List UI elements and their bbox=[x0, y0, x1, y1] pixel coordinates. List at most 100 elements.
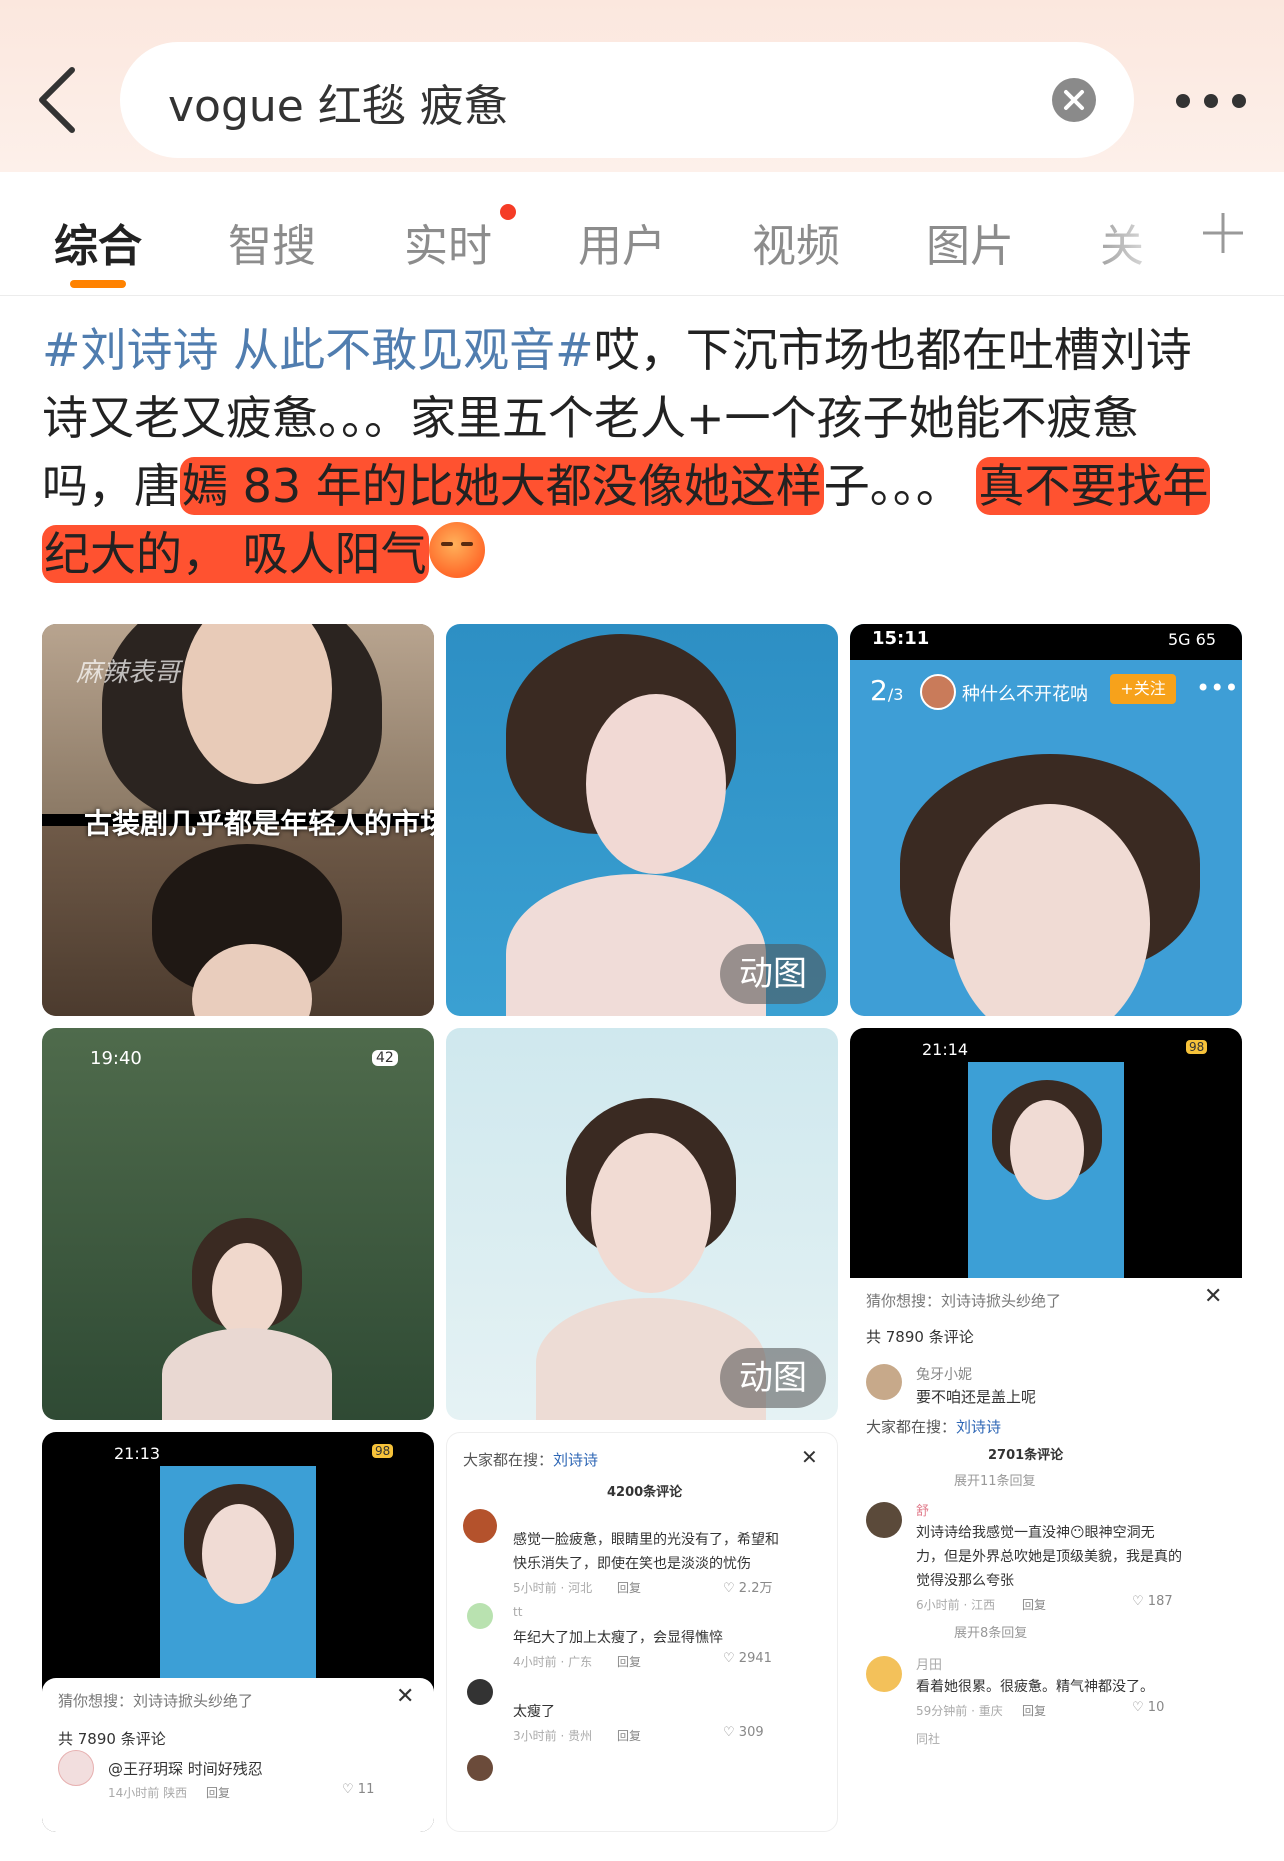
more-options-icon[interactable] bbox=[1168, 94, 1268, 108]
like-value: 2.2万 bbox=[738, 1581, 773, 1596]
more-icon[interactable]: ••• bbox=[1196, 674, 1238, 702]
image-tile-2[interactable]: 动图 bbox=[446, 624, 838, 1016]
comment-text-line: 快乐消失了，即使在笑也是淡淡的忧伤 bbox=[513, 1556, 751, 1572]
reply-button[interactable]: 回复 bbox=[617, 1727, 641, 1744]
image-tile-1[interactable]: 麻辣表哥 古装剧几乎都是年轻人的市场 bbox=[42, 624, 434, 1016]
like-value: 10 bbox=[1147, 1700, 1165, 1715]
hot-link[interactable]: 刘诗诗 bbox=[956, 1418, 1001, 1436]
close-icon[interactable]: ✕ bbox=[801, 1445, 818, 1469]
like-count[interactable]: ♡ 10 bbox=[1132, 1700, 1164, 1715]
tab-smart-search[interactable]: 智搜 bbox=[228, 210, 316, 274]
post-line2: 诗又老又疲惫。。。家里五个老人+一个孩子她能不疲惫 bbox=[42, 391, 1139, 445]
reply-button[interactable]: 回复 bbox=[1022, 1596, 1046, 1613]
battery-level: 98 bbox=[1186, 1040, 1208, 1054]
reply-button[interactable]: 回复 bbox=[617, 1579, 641, 1596]
tab-video[interactable]: 视频 bbox=[752, 210, 840, 274]
comment-text-line: 感觉一脸疲惫，眼睛里的光没有了，希望和 bbox=[513, 1532, 779, 1548]
comment-meta: 59分钟前 · 重庆 bbox=[916, 1704, 1003, 1718]
image-tile-3[interactable]: 15:11 5G 65 2/3 种什么不开花呐 +关注 ••• bbox=[850, 624, 1242, 1016]
reply-button[interactable]: 回复 bbox=[1022, 1702, 1046, 1719]
comment-user: 同社 bbox=[916, 1732, 941, 1746]
post-highlight-2: 真不要找年 bbox=[976, 457, 1211, 515]
status-time: 15:11 bbox=[872, 628, 930, 649]
battery-level: 42 bbox=[372, 1050, 398, 1066]
comment-text-line: 觉得没那么夸张 bbox=[916, 1573, 1014, 1589]
tab-realtime[interactable]: 实时 bbox=[404, 210, 492, 274]
reply-button[interactable]: 回复 bbox=[206, 1784, 230, 1801]
post-highlight-3: 纪大的， 吸人阳气 bbox=[42, 525, 429, 583]
comment-meta: 6小时前 · 江西 bbox=[916, 1598, 996, 1612]
avatar bbox=[866, 1364, 902, 1400]
comment-count: 共 7890 条评论 bbox=[866, 1328, 974, 1346]
post-line3b: 子。。。 bbox=[823, 459, 962, 513]
status-time: 21:13 bbox=[114, 1444, 161, 1463]
like-count[interactable]: ♡ 187 bbox=[1132, 1594, 1173, 1609]
add-tab-icon[interactable] bbox=[1200, 210, 1246, 256]
search-suggestion[interactable]: 猜你想搜：刘诗诗掀头纱绝了 bbox=[866, 1290, 1061, 1311]
status-time: 21:14 bbox=[922, 1040, 969, 1059]
avatar bbox=[467, 1603, 493, 1629]
comment-user: 兔牙小妮 bbox=[916, 1367, 972, 1383]
avatar bbox=[467, 1679, 493, 1705]
tab-users[interactable]: 用户 bbox=[578, 210, 666, 274]
comment-count: 共 7890 条评论 bbox=[58, 1730, 166, 1748]
clear-search-icon[interactable] bbox=[1052, 78, 1096, 122]
back-arrow-icon[interactable] bbox=[30, 62, 90, 138]
hot-search: 大家都在搜：刘诗诗 bbox=[463, 1449, 598, 1470]
follow-button[interactable]: +关注 bbox=[1110, 674, 1176, 704]
comment-meta: 4小时前 · 广东 bbox=[513, 1655, 593, 1669]
avatar bbox=[866, 1502, 902, 1538]
page-total: /3 bbox=[887, 685, 904, 704]
like-value: 11 bbox=[357, 1782, 375, 1797]
tab-comprehensive[interactable]: 综合 bbox=[54, 210, 142, 274]
expand-replies[interactable]: 展开11条回复 bbox=[954, 1470, 1036, 1489]
battery-level: 98 bbox=[372, 1444, 394, 1458]
search-input[interactable]: vogue 红毯 疲惫 bbox=[120, 42, 1134, 158]
post-line1: 哎，下沉市场也都在吐槽刘诗 bbox=[593, 323, 1192, 377]
text-part: 眼神空洞无 bbox=[1084, 1525, 1155, 1541]
shoulders bbox=[162, 1328, 332, 1420]
username: 种什么不开花呐 bbox=[962, 684, 1088, 705]
post-hashtag[interactable]: #刘诗诗 从此不敢见观音# bbox=[42, 323, 594, 377]
avatar bbox=[920, 674, 956, 710]
avatar bbox=[463, 1509, 497, 1543]
comment-text: 年纪大了加上太瘦了，会显得憔悴 bbox=[513, 1630, 723, 1646]
like-count[interactable]: ♡ 2.2万 bbox=[723, 1577, 772, 1596]
hot-label: 大家都在搜： bbox=[463, 1451, 554, 1469]
post-text: #刘诗诗 从此不敢见观音#哎，下沉市场也都在吐槽刘诗 诗又老又疲惫。。。家里五个… bbox=[42, 316, 1242, 588]
image-tile-5[interactable]: 动图 bbox=[446, 1028, 838, 1420]
comment-text: 太瘦了 bbox=[513, 1704, 555, 1720]
search-suggestion[interactable]: 猜你想搜：刘诗诗掀头纱绝了 bbox=[58, 1690, 253, 1711]
hot-search: 大家都在搜：刘诗诗 bbox=[866, 1416, 1001, 1437]
image-tile-7[interactable]: 21:13 98 猜你想搜：刘诗诗掀头纱绝了 ✕ 共 7890 条评论 @王孖玥… bbox=[42, 1432, 434, 1832]
post-highlight-1: 嫣 83 年的比她大都没像她这样 bbox=[180, 457, 824, 515]
hot-link[interactable]: 刘诗诗 bbox=[553, 1451, 598, 1469]
active-tab-indicator bbox=[70, 280, 126, 288]
close-icon[interactable]: ✕ bbox=[396, 1684, 414, 1709]
image-tile-8[interactable]: 大家都在搜：刘诗诗 ✕ 4200条评论 感觉一脸疲惫，眼睛里的光没有了，希望和 … bbox=[446, 1432, 838, 1832]
status-indicators: 5G 65 bbox=[1168, 630, 1217, 649]
like-count[interactable]: ♡ 309 bbox=[723, 1725, 764, 1740]
face bbox=[202, 1504, 276, 1604]
realtime-notification-dot bbox=[500, 204, 516, 220]
page-indicator: 2/3 bbox=[870, 674, 903, 707]
comment-user: tt bbox=[513, 1605, 523, 1619]
comment-count-2: 2701条评论 bbox=[988, 1448, 1064, 1463]
comment-meta: 5小时前 · 河北 bbox=[513, 1581, 593, 1595]
like-count[interactable]: ♡ 11 bbox=[342, 1782, 374, 1797]
close-icon[interactable]: ✕ bbox=[1204, 1284, 1222, 1309]
like-count[interactable]: ♡ 2941 bbox=[723, 1651, 772, 1666]
search-query: vogue 红毯 疲惫 bbox=[168, 81, 508, 132]
reply-button[interactable]: 回复 bbox=[617, 1653, 641, 1670]
like-value: 2941 bbox=[738, 1651, 772, 1666]
tab-images[interactable]: 图片 bbox=[926, 210, 1014, 274]
animated-gif-badge: 动图 bbox=[720, 1348, 826, 1408]
face bbox=[1010, 1100, 1084, 1200]
expand-replies[interactable]: 展开8条回复 bbox=[954, 1622, 1027, 1641]
image-tile-4[interactable]: 19:40 42 bbox=[42, 1028, 434, 1420]
shoulders bbox=[506, 874, 766, 1016]
image-tile-6[interactable]: 21:14 98 猜你想搜：刘诗诗掀头纱绝了 ✕ 共 7890 条评论 兔牙小妮… bbox=[850, 1028, 1242, 1834]
comment-user: 月田 bbox=[916, 1658, 943, 1673]
comment-text: @王孖玥琛 时间好残忍 bbox=[108, 1760, 263, 1778]
comment-text-line: 刘诗诗给我感觉一直没神😶眼神空洞无 bbox=[916, 1522, 1155, 1542]
